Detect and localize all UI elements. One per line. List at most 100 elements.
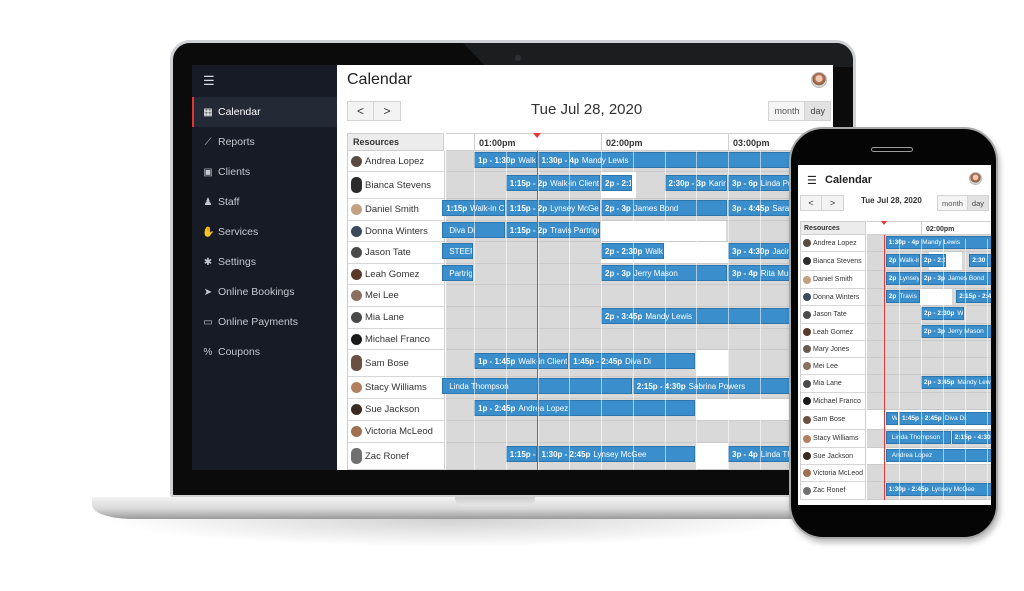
appointment-client: Lynsey McGee bbox=[899, 275, 920, 282]
phone-resource-row[interactable]: Leah Gomez bbox=[800, 324, 866, 341]
timeline-row[interactable] bbox=[446, 285, 833, 307]
sidebar-item-clients[interactable]: ▣ Clients bbox=[192, 157, 337, 187]
appointment[interactable]: 1p - 2:45p Andrea Lopez bbox=[474, 400, 696, 416]
phone-resource-row[interactable]: Victoria McLeod bbox=[800, 465, 866, 482]
sidebar-item-coupons[interactable]: % Coupons bbox=[192, 337, 337, 367]
resource-row[interactable]: Mia Lane bbox=[348, 307, 445, 329]
hamburger-icon[interactable]: ☰ bbox=[203, 73, 215, 89]
timeline: 01:00pm02:00pm03:00pm 1p - 1:30pWalk-in … bbox=[442, 133, 833, 470]
phone-resource-row[interactable]: Zac Ronef bbox=[800, 482, 866, 500]
user-avatar[interactable] bbox=[811, 72, 827, 88]
appointment[interactable]: 2p - 2:1 bbox=[601, 175, 632, 191]
sidebar-item-services[interactable]: ✋ Services bbox=[192, 217, 337, 247]
appointment[interactable]: 1p - 1:45p Walk-in Client bbox=[474, 353, 569, 369]
resource-row[interactable]: Donna Winters bbox=[348, 221, 445, 242]
hamburger-icon[interactable]: ☰ bbox=[807, 174, 817, 187]
appointment-time: 2p bbox=[888, 293, 897, 300]
sidebar-item-reports[interactable]: ⟋ Reports bbox=[192, 127, 337, 157]
phone-resource-row[interactable]: Mei Lee bbox=[800, 358, 866, 375]
appointment[interactable]: 1:15p - bbox=[505, 446, 537, 462]
appointment-client: Walk-in Client bbox=[891, 415, 898, 422]
phone-appointment[interactable]: 2:15p - 4:30p bbox=[951, 431, 991, 444]
sidebar-item-online-bookings[interactable]: ➤ Online Bookings bbox=[192, 277, 337, 307]
avatar bbox=[351, 355, 362, 371]
phone-appointment[interactable]: Andrea Lopez bbox=[885, 449, 991, 462]
sidebar-item-online-payments[interactable]: ▭ Online Payments bbox=[192, 307, 337, 337]
phone-appointment[interactable]: 2p - 3p Jerry Mason bbox=[921, 325, 991, 338]
resource-row[interactable]: Jason Tate bbox=[348, 242, 445, 264]
phone-day-view-button[interactable]: day bbox=[967, 195, 989, 211]
available-slot[interactable] bbox=[696, 443, 728, 469]
resource-row[interactable]: Mei Lee bbox=[348, 285, 445, 307]
prev-day-button[interactable]: < bbox=[347, 101, 374, 121]
sidebar-item-staff[interactable]: ♟ Staff bbox=[192, 187, 337, 217]
phone-user-avatar[interactable] bbox=[969, 172, 982, 185]
phone-appointment[interactable]: 1:30p - 4p Mandy Lewis bbox=[885, 236, 991, 249]
phone-resource-row[interactable]: Stacy Williams bbox=[800, 430, 866, 448]
resource-row[interactable]: Bianca Stevens bbox=[348, 172, 445, 199]
available-slot[interactable] bbox=[696, 350, 728, 376]
appointment-time: 2p - 3:45p bbox=[605, 311, 643, 321]
appointment[interactable]: STEER bbox=[442, 243, 473, 259]
day-view-button[interactable]: day bbox=[805, 101, 831, 121]
phone-appointment[interactable]: 2pTravis Partrige bbox=[885, 290, 920, 303]
phone-timeline-row[interactable] bbox=[867, 393, 991, 410]
appointment-client: James Bond bbox=[947, 275, 985, 282]
resource-row[interactable]: Zac Ronef bbox=[348, 443, 445, 470]
phone-appointment[interactable]: 1:30p - 2:45p Lynsey McGee bbox=[885, 483, 991, 496]
next-day-button[interactable]: > bbox=[374, 101, 401, 121]
timeline-row[interactable] bbox=[446, 329, 833, 350]
phone-resource-row[interactable]: Donna Winters bbox=[800, 289, 866, 306]
resource-name: Daniel Smith bbox=[813, 276, 853, 283]
phone-prev-day-button[interactable]: < bbox=[800, 195, 822, 211]
phone-resource-row[interactable]: Michael Franco bbox=[800, 393, 866, 410]
phone-appointment[interactable]: Linda Thompson bbox=[885, 431, 951, 444]
phone-frame: ☰ Calendar < > Tue Jul 28, 2020 month da… bbox=[789, 127, 998, 539]
phone-appointment[interactable]: Walk-in Client bbox=[885, 412, 898, 425]
appointment[interactable]: 1:15p - 2p Travis Partrige bbox=[505, 222, 600, 238]
appointment-client: STEER bbox=[449, 246, 472, 256]
phone-resource-row[interactable]: Sue Jackson bbox=[800, 448, 866, 465]
chart-line-icon: ⟋ bbox=[204, 136, 212, 148]
appointment[interactable]: 1:15p - 2p Lynsey McGee bbox=[505, 200, 600, 216]
phone-resource-row[interactable]: Sam Bose bbox=[800, 410, 866, 430]
appointment[interactable]: 1:15p - 2p Walk-in Client bbox=[505, 175, 600, 191]
phone-timeline-row[interactable] bbox=[867, 341, 991, 358]
resource-row[interactable]: Daniel Smith bbox=[348, 199, 445, 221]
month-view-button[interactable]: month bbox=[768, 101, 806, 121]
phone-page-title: Calendar bbox=[825, 174, 873, 186]
appointment[interactable]: Partrige bbox=[442, 265, 473, 281]
resource-row[interactable]: Sue Jackson bbox=[348, 399, 445, 421]
resource-row[interactable]: Michael Franco bbox=[348, 329, 445, 350]
avatar bbox=[803, 469, 811, 477]
phone-timeline-row[interactable] bbox=[867, 465, 991, 482]
phone-next-day-button[interactable]: > bbox=[822, 195, 844, 211]
phone-resource-row[interactable]: Mia Lane bbox=[800, 375, 866, 393]
resource-row[interactable]: Leah Gomez bbox=[348, 264, 445, 285]
phone-appointment[interactable]: 2p - 3p James Bond bbox=[921, 272, 991, 285]
phone-appointment[interactable]: 2:15p - 2:45p bbox=[956, 290, 991, 303]
appointment-client: Walk-in Client bbox=[899, 257, 920, 264]
phone-appointment[interactable]: 1:45p - 2:45pDiva Di bbox=[899, 412, 991, 425]
available-slot[interactable] bbox=[601, 221, 726, 241]
sidebar-item-settings[interactable]: ✱ Settings bbox=[192, 247, 337, 277]
sidebar-item-calendar[interactable]: ▦ Calendar bbox=[192, 97, 337, 127]
resource-row[interactable]: Sam Bose bbox=[348, 350, 445, 377]
phone-resource-row[interactable]: Daniel Smith bbox=[800, 271, 866, 289]
phone-resource-row[interactable]: Bianca Stevens bbox=[800, 252, 866, 271]
phone-month-view-button[interactable]: month bbox=[937, 195, 968, 211]
resource-row[interactable]: Stacy Williams bbox=[348, 377, 445, 399]
phone-resource-row[interactable]: Mary Jones bbox=[800, 341, 866, 358]
resource-row[interactable]: Victoria McLeod bbox=[348, 421, 445, 443]
resource-row[interactable]: Andrea Lopez bbox=[348, 151, 445, 172]
phone-resource-row[interactable]: Jason Tate bbox=[800, 306, 866, 324]
timeline-row[interactable] bbox=[446, 421, 833, 443]
phone-timeline-row[interactable] bbox=[867, 358, 991, 375]
phone-resource-row[interactable]: Andrea Lopez bbox=[800, 235, 866, 252]
phone-appointment[interactable]: 2p - 3:45pMandy Lewis bbox=[921, 376, 991, 389]
phone-appointment[interactable]: 2pLynsey McGee bbox=[885, 272, 920, 285]
phone-resources-column: Resources Andrea Lopez Bianca Stevens Dani… bbox=[800, 221, 866, 500]
appointment[interactable]: 1:30p - 2:45p Lynsey McGee bbox=[537, 446, 696, 462]
phone-appointment[interactable]: 2pWalk-in Client bbox=[885, 254, 920, 267]
available-slot[interactable] bbox=[920, 289, 952, 305]
